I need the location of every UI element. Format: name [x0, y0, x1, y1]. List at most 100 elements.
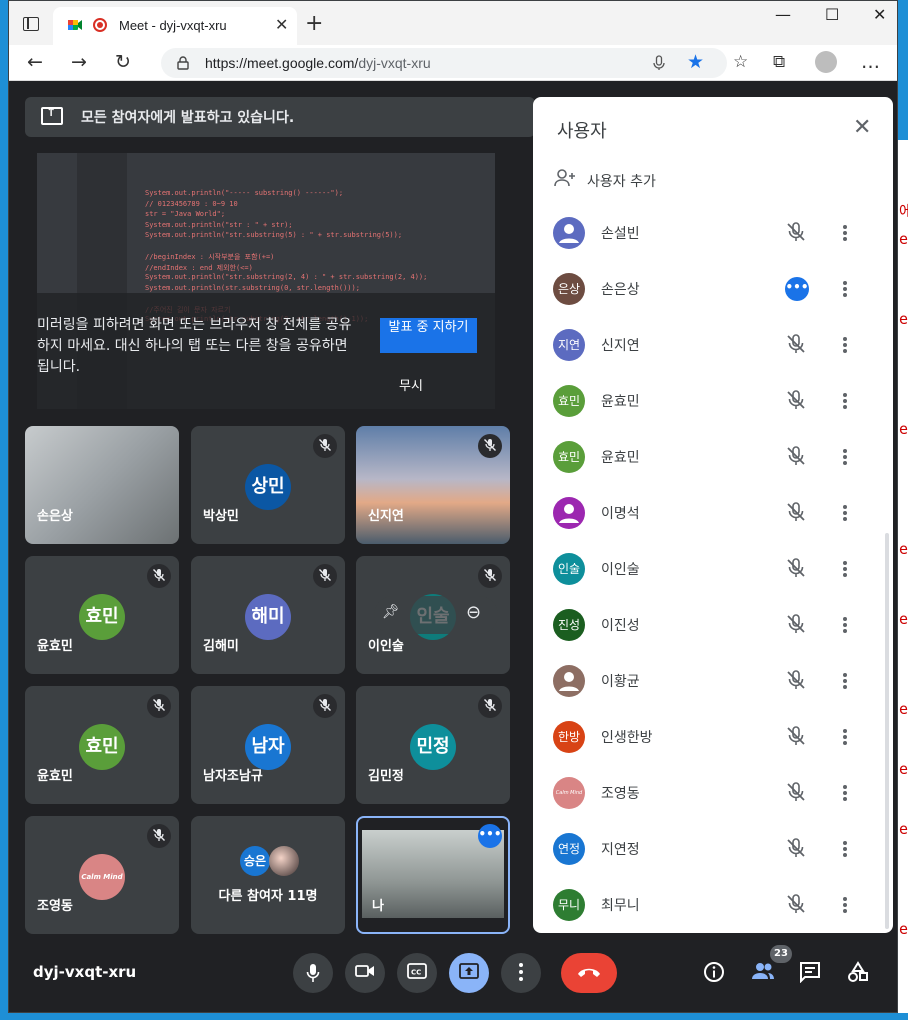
participant-tile[interactable]: 승은 다른 참여자 11명: [191, 816, 345, 934]
participant-tile[interactable]: 신지연: [356, 426, 510, 544]
more-vert-icon[interactable]: [837, 277, 853, 301]
mic-off-icon: [147, 824, 171, 848]
participant-row[interactable]: 인술 이인술: [533, 541, 893, 597]
profile-avatar[interactable]: [815, 51, 837, 73]
participant-tile[interactable]: 해미 김해미: [191, 556, 345, 674]
captions-button[interactable]: CC: [397, 953, 437, 993]
leave-call-button[interactable]: [561, 953, 617, 993]
forward-icon[interactable]: →: [71, 51, 87, 73]
microphone-button[interactable]: [293, 953, 333, 993]
mic-off-icon[interactable]: [785, 557, 807, 583]
more-options-button[interactable]: [501, 953, 541, 993]
mic-off-icon[interactable]: [785, 669, 807, 695]
participant-row[interactable]: 은상 손은상 •••: [533, 261, 893, 317]
participant-tile[interactable]: 상민 박상민: [191, 426, 345, 544]
participant-tile[interactable]: 남자 남자조남규: [191, 686, 345, 804]
tab-strip: Meet - dyj-vxqt-xru ✕ + — ☐ ✕: [9, 1, 897, 45]
mic-off-icon[interactable]: [785, 445, 807, 471]
participant-avatar: [553, 217, 585, 249]
ignore-button[interactable]: 무시: [399, 375, 423, 394]
back-icon[interactable]: ←: [27, 51, 43, 73]
stop-presenting-button[interactable]: 발표 중 지하기: [380, 318, 477, 353]
participant-avatar: Calm Mind: [553, 777, 585, 809]
more-vert-icon[interactable]: [837, 837, 853, 861]
more-vert-icon[interactable]: [837, 389, 853, 413]
participant-tile[interactable]: Calm Mind 조영동: [25, 816, 179, 934]
mic-off-icon[interactable]: [785, 781, 807, 807]
participant-avatar: Calm Mind: [79, 854, 125, 900]
more-vert-icon[interactable]: [837, 613, 853, 637]
tab-actions-icon[interactable]: [23, 17, 39, 31]
more-vert-icon[interactable]: [837, 445, 853, 469]
mic-off-icon[interactable]: [785, 893, 807, 919]
mic-off-icon[interactable]: [785, 221, 807, 247]
more-menu-icon[interactable]: …: [861, 51, 880, 73]
mic-off-icon[interactable]: [785, 333, 807, 359]
favorites-icon[interactable]: ☆: [733, 51, 748, 73]
participant-row[interactable]: 진성 이진성: [533, 597, 893, 653]
more-vert-icon[interactable]: [837, 893, 853, 917]
participant-row[interactable]: 이명석: [533, 485, 893, 541]
participant-tile[interactable]: 손은상: [25, 426, 179, 544]
participant-tile[interactable]: 인술📌︎⊖이인술: [356, 556, 510, 674]
participant-row[interactable]: 지연 신지연: [533, 317, 893, 373]
activities-icon[interactable]: [847, 961, 869, 983]
remove-icon[interactable]: ⊖: [466, 602, 481, 623]
new-tab-icon[interactable]: +: [305, 11, 323, 36]
collections-icon[interactable]: ⧉: [773, 51, 785, 73]
mic-off-icon[interactable]: [785, 837, 807, 863]
info-icon[interactable]: [703, 961, 725, 983]
participant-name: 이인술: [368, 639, 404, 654]
maximize-icon[interactable]: ☐: [825, 5, 839, 24]
participant-avatar: 승은: [240, 846, 270, 876]
more-vert-icon[interactable]: [837, 333, 853, 357]
tab-close-icon[interactable]: ✕: [275, 15, 288, 34]
participant-row[interactable]: 연정 지연정: [533, 821, 893, 877]
participant-row[interactable]: 이황균: [533, 653, 893, 709]
close-panel-icon[interactable]: ✕: [853, 115, 871, 140]
mic-off-icon[interactable]: [785, 613, 807, 639]
favorite-star-icon[interactable]: ★: [687, 51, 704, 73]
present-screen-icon: [459, 963, 479, 979]
desktop-background-window: 에ererererererererer: [898, 140, 908, 1020]
more-vert-icon[interactable]: [837, 725, 853, 749]
participant-row[interactable]: 효민 윤효민: [533, 373, 893, 429]
mic-off-icon[interactable]: [785, 501, 807, 527]
participant-row[interactable]: 무니 최무니: [533, 877, 893, 933]
more-vert-icon[interactable]: [837, 557, 853, 581]
mic-off-icon[interactable]: [785, 389, 807, 415]
camera-button[interactable]: [345, 953, 385, 993]
minimize-icon[interactable]: —: [775, 5, 791, 24]
mic-off-icon[interactable]: [785, 725, 807, 751]
participant-tile[interactable]: 효민 윤효민: [25, 686, 179, 804]
participant-tile[interactable]: 민정 김민정: [356, 686, 510, 804]
participant-row[interactable]: 손설빈: [533, 205, 893, 261]
panel-scrollbar[interactable]: [885, 533, 889, 929]
pin-icon[interactable]: 📌︎: [382, 604, 400, 620]
participant-name: 조영동: [37, 899, 73, 914]
presenting-text: 모든 참여자에게 발표하고 있습니다.: [81, 110, 295, 126]
address-bar[interactable]: https://meet.google.com/dyj-vxqt-xru ★: [161, 48, 727, 78]
participant-tile[interactable]: ••• 나: [356, 816, 510, 934]
chat-icon[interactable]: [799, 961, 821, 983]
people-icon[interactable]: [751, 961, 775, 981]
microphone-icon[interactable]: [653, 55, 665, 71]
code-line: //endIndex : end 제외한(<=): [145, 263, 253, 272]
participant-row[interactable]: 한방 인생한방: [533, 709, 893, 765]
present-button[interactable]: [449, 953, 489, 993]
participant-name: 지연정: [601, 842, 640, 858]
reload-icon[interactable]: ↻: [115, 51, 131, 73]
mic-off-icon: [478, 694, 502, 718]
more-vert-icon[interactable]: [837, 501, 853, 525]
close-window-icon[interactable]: ✕: [873, 5, 886, 24]
url-path: dyj-vxqt-xru: [358, 55, 431, 71]
participant-row[interactable]: 효민 윤효민: [533, 429, 893, 485]
more-vert-icon[interactable]: [837, 781, 853, 805]
tab-meet[interactable]: Meet - dyj-vxqt-xru ✕: [53, 7, 297, 45]
participant-name: 김민정: [368, 769, 404, 784]
more-vert-icon[interactable]: [837, 669, 853, 693]
self-more-icon[interactable]: •••: [478, 824, 502, 848]
more-vert-icon[interactable]: [837, 221, 853, 245]
participant-row[interactable]: Calm Mind 조영동: [533, 765, 893, 821]
participant-tile[interactable]: 효민 윤효민: [25, 556, 179, 674]
